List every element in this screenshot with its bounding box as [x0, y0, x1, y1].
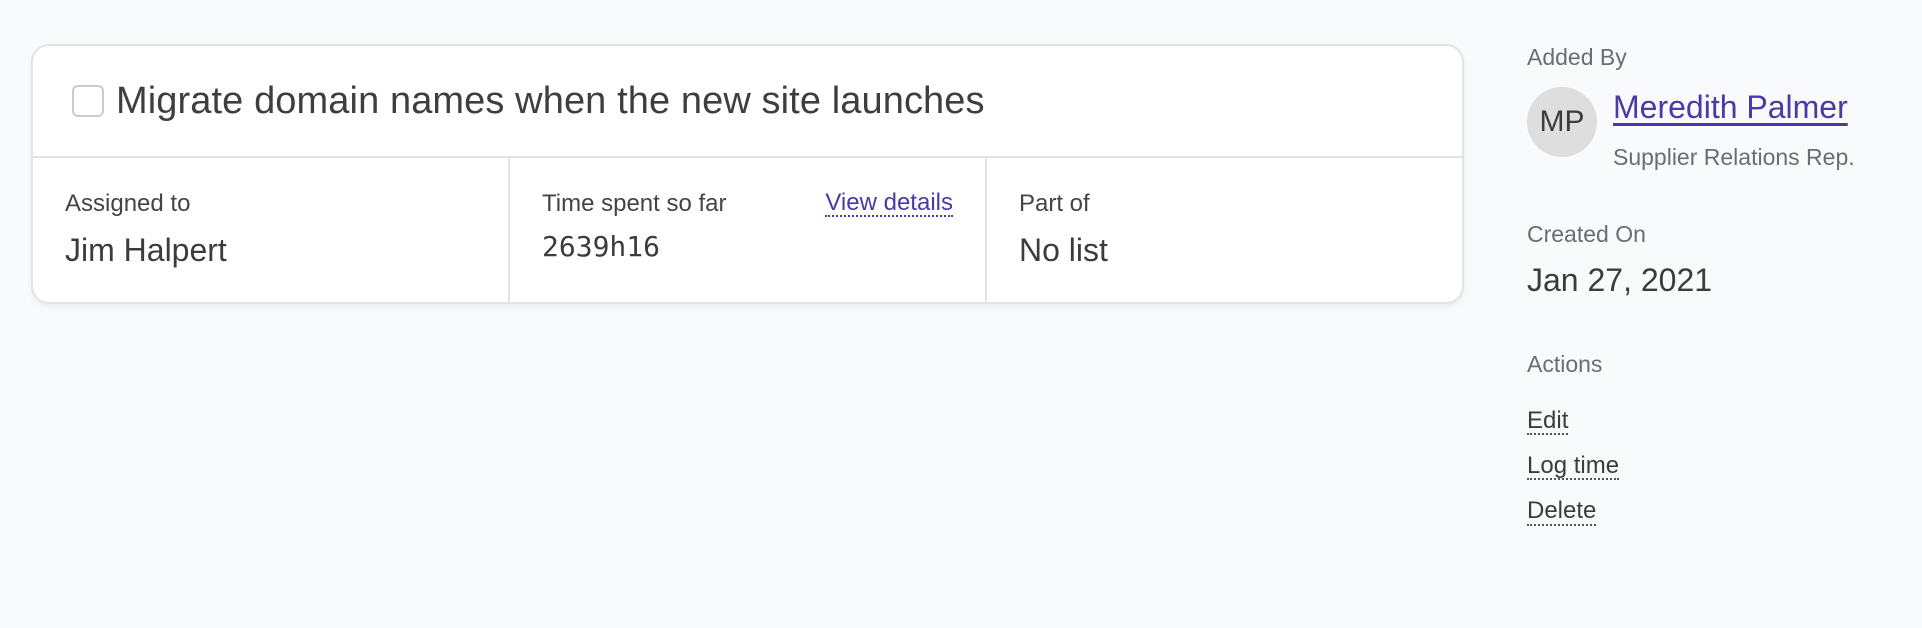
task-detail-page: Migrate domain names when the new site l… [0, 0, 1922, 628]
assigned-to-label: Assigned to [65, 190, 191, 217]
task-sidebar: Added By MP Meredith Palmer Supplier Rel… [1527, 44, 1907, 526]
task-details: Assigned to Jim Halpert Time spent so fa… [33, 158, 1462, 302]
edit-action-link[interactable]: Edit [1527, 408, 1569, 436]
created-on-label: Created On [1527, 221, 1646, 247]
view-details-link[interactable]: View details [825, 190, 953, 218]
time-spent-cell: Time spent so far View details 2639h16 [508, 158, 985, 302]
task-header: Migrate domain names when the new site l… [33, 46, 1462, 158]
log-time-action-link[interactable]: Log time [1527, 453, 1620, 481]
actions-block: Actions Edit Log time Delete [1527, 351, 1907, 526]
task-card: Migrate domain names when the new site l… [31, 44, 1464, 304]
part-of-cell: Part of No list [985, 158, 1462, 302]
time-spent-value: 2639h16 [542, 230, 661, 263]
actions-list: Edit Log time Delete [1527, 390, 1907, 526]
actions-label: Actions [1527, 351, 1603, 377]
added-by-name-link[interactable]: Meredith Palmer [1613, 89, 1848, 126]
added-by-role: Supplier Relations Rep. [1613, 144, 1855, 170]
avatar: MP [1527, 87, 1597, 157]
created-on-block: Created On Jan 27, 2021 [1527, 221, 1907, 299]
delete-action-link[interactable]: Delete [1527, 498, 1597, 526]
added-by-row: MP Meredith Palmer Supplier Relations Re… [1527, 87, 1907, 171]
part-of-value: No list [1019, 232, 1108, 268]
assigned-to-cell: Assigned to Jim Halpert [33, 158, 508, 302]
added-by-info: Meredith Palmer Supplier Relations Rep. [1613, 87, 1855, 171]
assigned-to-value: Jim Halpert [65, 232, 227, 268]
created-on-value: Jan 27, 2021 [1527, 262, 1713, 298]
task-complete-checkbox[interactable] [72, 85, 104, 117]
part-of-label: Part of [1019, 190, 1090, 217]
added-by-label: Added By [1527, 44, 1627, 70]
task-title: Migrate domain names when the new site l… [116, 79, 985, 122]
